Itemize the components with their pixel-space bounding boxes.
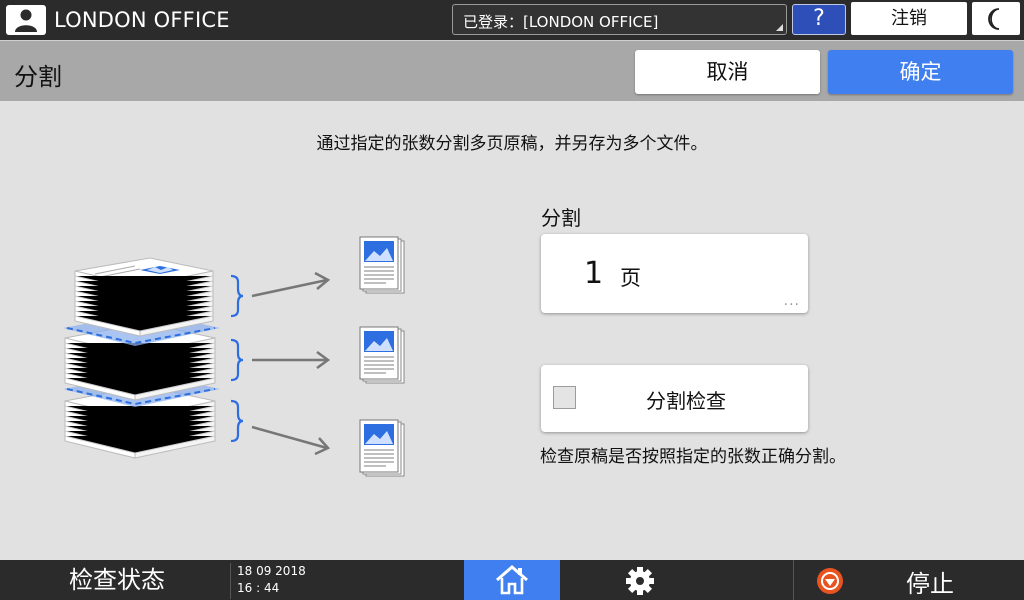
split-check-checkbox[interactable] <box>553 386 576 409</box>
login-status-field[interactable]: 已登录：[LONDON OFFICE] <box>452 4 787 35</box>
header-bar: 分割 取消 确定 <box>0 40 1024 101</box>
output-document-icon <box>359 326 405 384</box>
user-icon[interactable] <box>6 5 46 35</box>
stop-button[interactable]: 停止 <box>793 560 1024 600</box>
split-check-label: 分割检查 <box>646 389 726 413</box>
user-name: LONDON OFFICE <box>54 8 230 32</box>
time-text: 16 : 44 <box>237 581 280 595</box>
stop-label: 停止 <box>906 570 954 598</box>
split-check-button[interactable]: 分割检查 <box>541 365 808 432</box>
paper-stack <box>63 257 220 459</box>
home-icon <box>496 565 528 595</box>
energy-saver-button[interactable] <box>972 2 1020 35</box>
cancel-button[interactable]: 取消 <box>635 50 820 94</box>
split-illustration <box>63 236 405 477</box>
output-document-icon <box>359 236 405 294</box>
bottom-bar: 检查状态 18 09 2018 16 : 44 停止 <box>0 560 1024 600</box>
page-title: 分割 <box>14 63 62 91</box>
output-document-icon <box>359 419 405 477</box>
pages-unit: 页 <box>620 266 641 290</box>
help-button[interactable]: ? <box>792 4 846 35</box>
date-time-display: 18 09 2018 16 : 44 <box>230 563 462 599</box>
description-text: 通过指定的张数分割多页原稿，并另存为多个文件。 <box>316 134 708 154</box>
check-status-button[interactable]: 检查状态 <box>6 560 228 600</box>
expand-corner-icon <box>776 24 783 31</box>
settings-button[interactable] <box>600 560 680 600</box>
home-button[interactable] <box>464 560 560 600</box>
content-area: 通过指定的张数分割多页原稿，并另存为多个文件。 分割 1 页 ... 分割检查 … <box>0 101 1024 560</box>
login-status-text: 已登录：[LONDON OFFICE] <box>463 13 659 31</box>
date-text: 18 09 2018 <box>237 564 306 578</box>
gear-icon <box>626 567 654 595</box>
ok-button[interactable]: 确定 <box>828 50 1013 94</box>
bracket-icons <box>230 274 244 443</box>
logout-button[interactable]: 注销 <box>851 2 967 35</box>
pages-input[interactable]: 1 页 ... <box>541 234 808 313</box>
top-bar: LONDON OFFICE 已登录：[LONDON OFFICE] ? 注销 <box>0 0 1024 40</box>
arrow-icons <box>251 271 331 456</box>
pages-value: 1 <box>584 256 604 291</box>
more-icon: ... <box>783 293 800 309</box>
stop-icon <box>817 568 843 594</box>
moon-icon <box>988 8 1000 30</box>
split-label: 分割 <box>541 206 581 230</box>
split-check-description: 检查原稿是否按照指定的张数正确分割。 <box>540 447 846 467</box>
